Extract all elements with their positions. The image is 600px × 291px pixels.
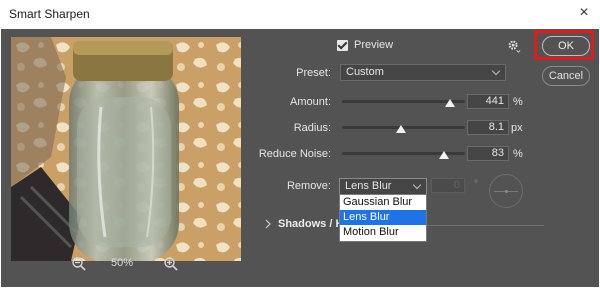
ok-button[interactable]: OK — [542, 36, 590, 56]
zoom-in-icon[interactable] — [163, 256, 179, 272]
remove-label: Remove: — [286, 180, 331, 192]
amount-slider-thumb[interactable] — [445, 99, 456, 107]
reduce-noise-slider-thumb[interactable] — [439, 151, 450, 159]
chevron-right-icon[interactable] — [263, 218, 275, 230]
preview-label: Preview — [354, 39, 394, 51]
close-icon[interactable]: × — [574, 2, 594, 24]
preview-image[interactable] — [11, 37, 241, 261]
zoom-out-icon[interactable] — [71, 256, 87, 272]
radius-slider-thumb[interactable] — [396, 125, 407, 133]
preset-label: Preset: — [296, 67, 331, 79]
gear-icon[interactable] — [507, 39, 521, 53]
option-lens-blur[interactable]: Lens Blur — [340, 210, 426, 225]
smart-sharpen-dialog: 50% Preview Preset: Custom Amount: 441 %… — [1, 29, 599, 287]
preset-select[interactable]: Custom — [340, 64, 506, 81]
angle-unit: ° — [474, 179, 478, 190]
chevron-down-icon — [412, 180, 422, 190]
zoom-controls: 50% — [71, 257, 191, 273]
radius-label: Radius: — [293, 122, 331, 134]
angle-input[interactable]: 0 — [431, 178, 465, 193]
divider — [424, 225, 544, 226]
option-motion-blur[interactable]: Motion Blur — [340, 225, 426, 240]
shadows-highlights-toggle[interactable]: Shadows / H — [278, 218, 343, 230]
reduce-noise-label: Reduce Noise: — [258, 148, 331, 160]
amount-input[interactable]: 441 — [467, 94, 509, 109]
angle-dial[interactable] — [489, 174, 523, 208]
reduce-noise-input[interactable]: 83 — [467, 146, 509, 161]
remove-select[interactable]: Lens Blur — [339, 178, 427, 195]
amount-label: Amount: — [290, 96, 331, 108]
amount-unit: % — [513, 96, 523, 108]
cancel-button[interactable]: Cancel — [542, 66, 590, 86]
remove-value: Lens Blur — [345, 180, 392, 192]
chevron-down-icon — [491, 66, 501, 76]
bottom-border — [0, 287, 600, 291]
title-bar: Smart Sharpen × — [0, 0, 600, 29]
preview-checkbox[interactable] — [337, 40, 348, 51]
option-gaussian-blur[interactable]: Gaussian Blur — [340, 195, 426, 210]
radius-input[interactable]: 8.1 — [467, 120, 509, 135]
zoom-level: 50% — [111, 257, 134, 269]
preset-value: Custom — [346, 66, 384, 78]
radius-unit: px — [511, 122, 523, 134]
remove-dropdown-list: Gaussian Blur Lens Blur Motion Blur — [339, 194, 427, 242]
window-title: Smart Sharpen — [9, 7, 90, 21]
preview-photo — [11, 37, 241, 261]
reduce-noise-unit: % — [513, 148, 523, 160]
